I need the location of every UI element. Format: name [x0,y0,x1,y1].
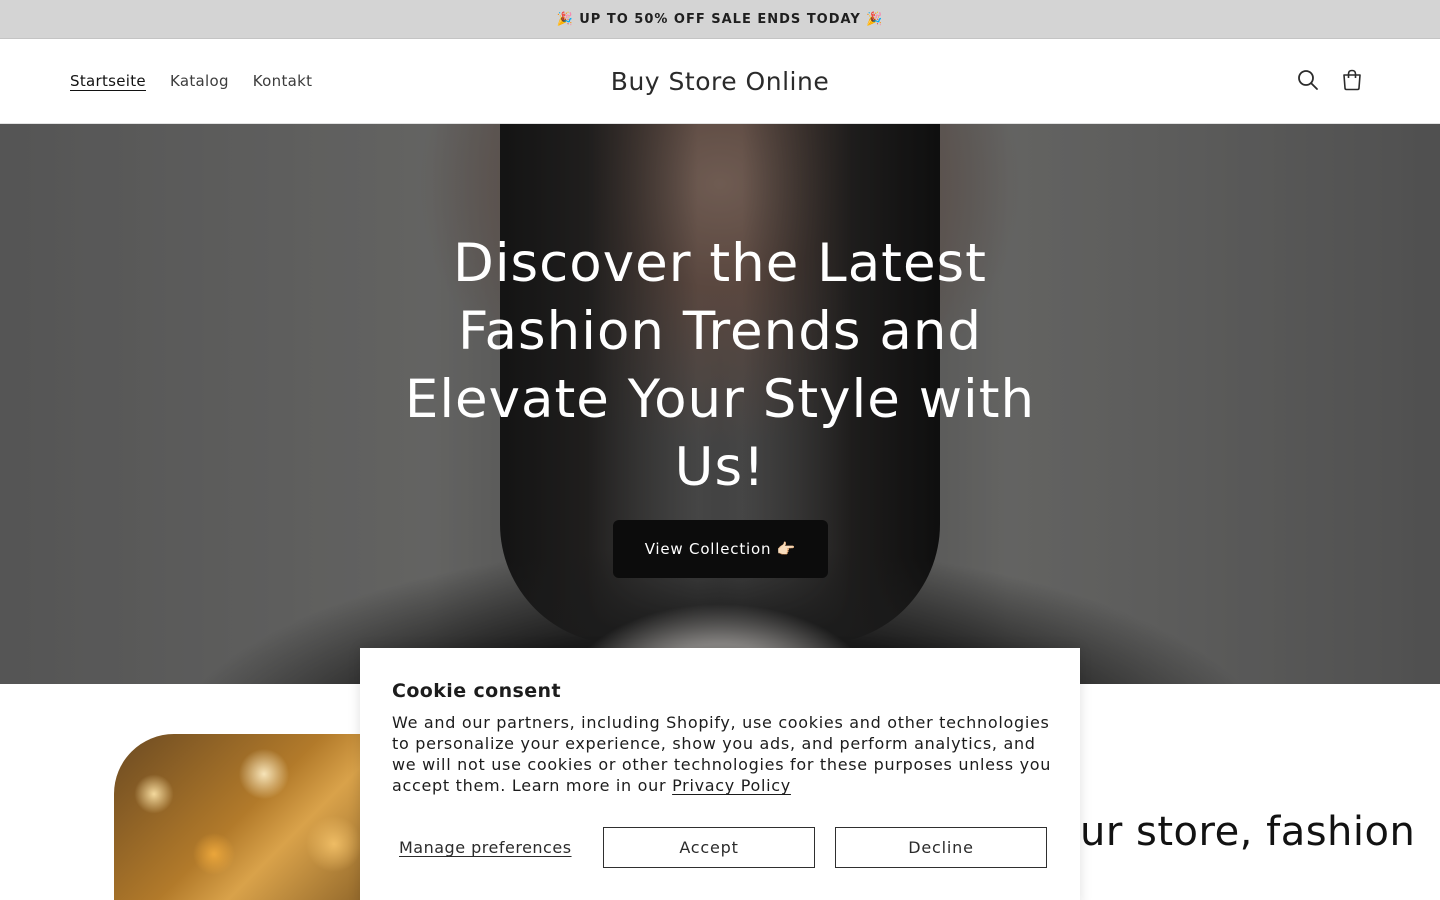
cookie-actions: Manage preferences Accept Decline [392,827,1048,868]
hero-banner: Discover the Latest Fashion Trends and E… [0,124,1440,684]
accept-button[interactable]: Accept [603,827,815,868]
nav-link-kontakt[interactable]: Kontakt [253,72,313,90]
cookie-body: We and our partners, including Shopify, … [392,712,1052,796]
announcement-text: 🎉 UP TO 50% OFF SALE ENDS TODAY 🎉 [556,11,884,27]
cookie-title: Cookie consent [392,680,561,702]
site-logo[interactable]: Buy Store Online [611,67,829,96]
nav-link-katalog[interactable]: Katalog [170,72,229,90]
nav-link-startseite[interactable]: Startseite [70,72,146,90]
hero-title: Discover the Latest Fashion Trends and E… [404,233,1036,498]
view-collection-button[interactable]: View Collection 👉🏻 [613,520,828,578]
decline-button[interactable]: Decline [835,827,1047,868]
privacy-policy-link[interactable]: Privacy Policy [672,776,791,795]
cookie-consent-dialog: Cookie consent We and our partners, incl… [360,648,1080,900]
search-icon [1298,70,1318,90]
main-nav: Startseite Katalog Kontakt [70,39,336,123]
cart-button[interactable] [1330,58,1374,102]
announcement-bar: 🎉 UP TO 50% OFF SALE ENDS TODAY 🎉 [0,0,1440,39]
cart-icon [1343,69,1361,91]
search-button[interactable] [1286,58,1330,102]
feature-heading: ur store, fashion [1080,809,1416,855]
manage-preferences-button[interactable]: Manage preferences [399,827,572,868]
site-header: Startseite Katalog Kontakt Buy Store Onl… [0,39,1440,124]
